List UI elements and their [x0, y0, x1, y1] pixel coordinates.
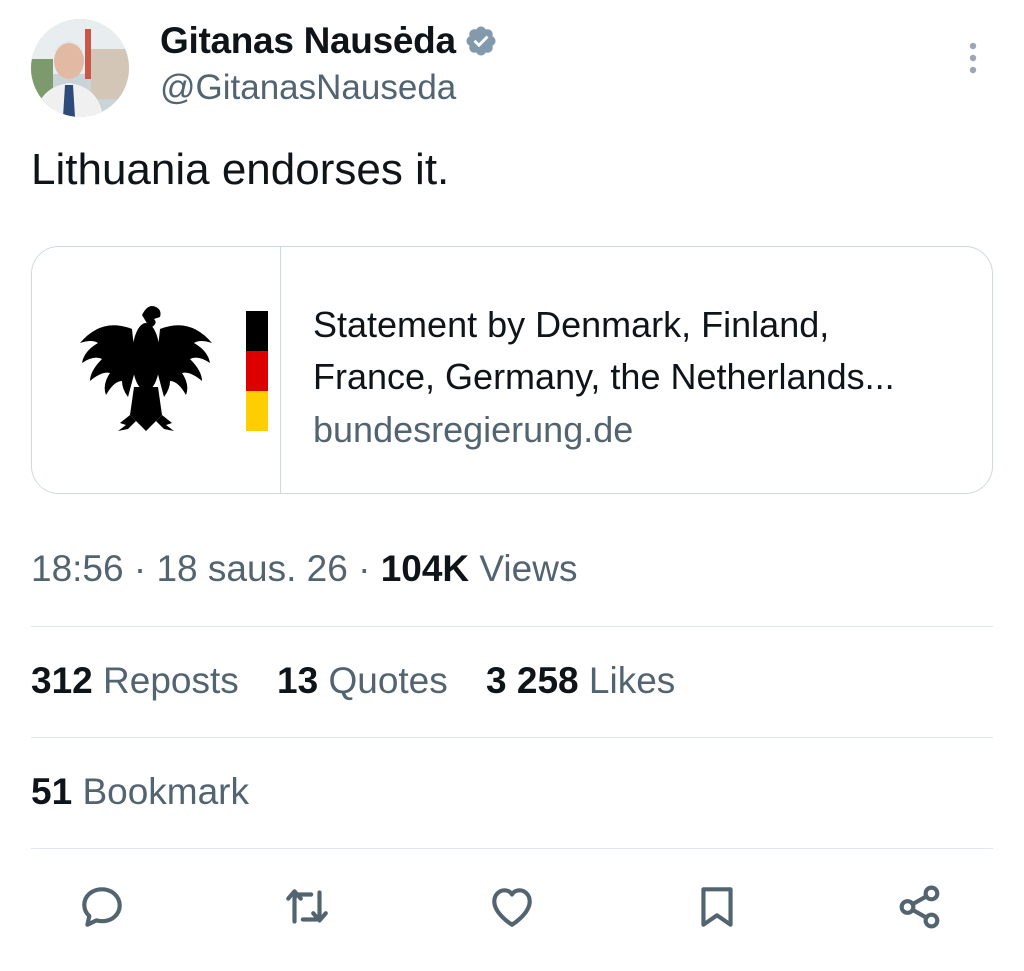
- verified-badge-icon: [466, 26, 496, 56]
- engagement-stats: 312 Reposts 13 Quotes 3 258 Likes: [31, 660, 703, 702]
- likes-stat[interactable]: 3 258 Likes: [486, 660, 675, 701]
- link-card-title-line1: Statement by Denmark, Finland,: [313, 304, 830, 345]
- divider: [31, 737, 993, 738]
- tweet-date[interactable]: 18 saus. 26: [156, 548, 347, 589]
- meta-separator: ·: [358, 548, 371, 589]
- more-options-icon[interactable]: [958, 38, 988, 78]
- bookmark-button[interactable]: [690, 880, 744, 934]
- link-card-thumbnail: [32, 247, 281, 493]
- link-card-domain: bundesregierung.de: [313, 409, 634, 450]
- action-bar: [0, 880, 1024, 940]
- tweet-text: Lithuania endorses it.: [31, 145, 450, 194]
- like-button[interactable]: [485, 880, 539, 934]
- share-button[interactable]: [893, 880, 947, 934]
- link-card-title-line2: France, Germany, the Netherlands...: [313, 356, 895, 397]
- bookmark-icon: [701, 887, 733, 927]
- bookmarks-count: 51: [31, 771, 73, 812]
- author-name[interactable]: Gitanas Nausėda: [160, 20, 456, 62]
- reply-button[interactable]: [75, 880, 129, 934]
- meta-separator: ·: [133, 548, 147, 589]
- tweet-meta: 18:56 · 18 saus. 26 · 104K Views: [31, 548, 577, 590]
- likes-label: Likes: [588, 660, 676, 701]
- divider: [31, 848, 993, 849]
- repost-button[interactable]: [280, 880, 334, 934]
- bookmarks-label: Bookmark: [82, 771, 249, 812]
- link-card[interactable]: Statement by Denmark, Finland, France, G…: [31, 246, 993, 494]
- divider: [31, 626, 993, 627]
- avatar-photo: [31, 19, 129, 117]
- reposts-count: 312: [31, 660, 93, 701]
- quotes-count: 13: [277, 660, 319, 701]
- reply-icon: [82, 887, 122, 927]
- share-icon: [899, 885, 940, 929]
- link-card-body: Statement by Denmark, Finland, France, G…: [313, 299, 968, 457]
- quotes-stat[interactable]: 13 Quotes: [277, 660, 458, 701]
- bookmarks-stat: 51 Bookmark: [31, 771, 249, 813]
- reposts-label: Reposts: [103, 660, 239, 701]
- views-count: 104K: [380, 548, 470, 589]
- author-row: Gitanas Nausėda: [160, 20, 498, 62]
- repost-icon: [286, 889, 328, 924]
- german-eagle-logo-icon: [80, 306, 268, 431]
- author-handle[interactable]: @GitanasNauseda: [160, 68, 456, 108]
- tweet-time[interactable]: 18:56: [31, 548, 124, 589]
- quotes-label: Quotes: [328, 660, 448, 701]
- views-label: Views: [479, 548, 578, 589]
- like-icon: [492, 888, 532, 927]
- likes-count: 3 258: [486, 660, 579, 701]
- reposts-stat[interactable]: 312 Reposts: [31, 660, 249, 701]
- avatar[interactable]: [31, 19, 129, 117]
